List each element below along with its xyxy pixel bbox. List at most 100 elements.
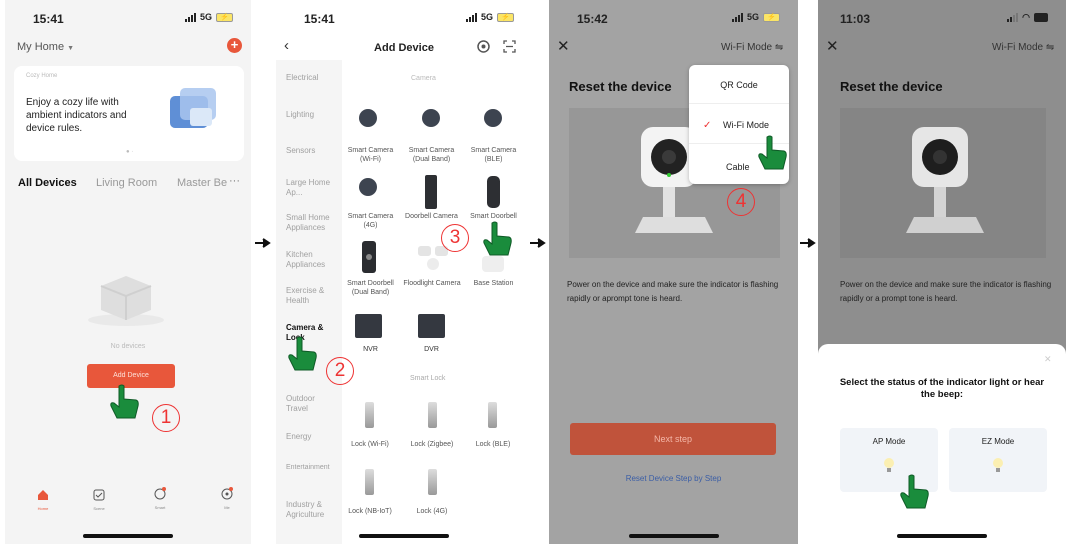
home-indicator [83, 534, 173, 538]
category-electrical[interactable]: Electrical [286, 73, 336, 83]
screen-reset-device-menu: 15:42 5G ⚡ ✕ Wi-Fi Mode ⇋ Reset the devi… [549, 0, 798, 544]
lock-icon [428, 469, 437, 495]
device-smart-doorbell-dual-band[interactable]: Smart Doorbell (Dual Band) [343, 279, 398, 297]
mode-selector[interactable]: Wi-Fi Mode ⇋ [721, 42, 783, 53]
page-title: Reset the device [840, 79, 943, 94]
battery-icon: ⚡ [763, 12, 780, 22]
page-title: Add Device [374, 42, 434, 54]
lock-icon [365, 402, 374, 428]
step-number-3: 3 [441, 224, 469, 252]
battery-icon: ⚡ [497, 12, 514, 22]
camera-device-icon [906, 127, 984, 233]
nav-smart[interactable]: Smart [145, 486, 175, 510]
lock-icon [488, 402, 497, 428]
menu-item-cable[interactable]: Cable [726, 162, 750, 172]
category-sensors[interactable]: Sensors [286, 146, 336, 156]
signal-icon [731, 12, 743, 22]
battery-icon [1034, 13, 1048, 22]
category-outdoor-travel[interactable]: Outdoor Travel [286, 394, 336, 414]
tab-living-room[interactable]: Living Room [96, 177, 157, 189]
signal-icon [1007, 13, 1019, 22]
device-smart-camera-dual-band[interactable]: Smart Camera (Dual Band) [404, 146, 459, 164]
category-large-home-appliances[interactable]: Large Home Ap... [286, 178, 336, 198]
dvr-icon [418, 314, 445, 338]
category-small-home-appliances[interactable]: Small Home Appliances [286, 213, 336, 233]
category-exercise-health[interactable]: Exercise & Health [286, 286, 336, 306]
nav-scene-label: Scene [93, 506, 105, 511]
device-lock-nb-iot[interactable]: Lock (NB-IoT) [346, 507, 394, 516]
status-time: 15:41 [304, 12, 335, 26]
reset-guide-link[interactable]: Reset Device Step by Step [549, 474, 798, 483]
status-bar: 15:41 5G ⚡ [276, 8, 532, 28]
signal-indicator: 5G ⚡ [731, 12, 780, 22]
lightbulb-icon [884, 458, 894, 472]
status-bar: 15:41 5G ⚡ [5, 8, 251, 28]
device-smart-camera-wifi[interactable]: Smart Camera (Wi-Fi) [343, 146, 398, 164]
device-smart-camera-4g[interactable]: Smart Camera (4G) [343, 212, 398, 230]
tap-hand-icon [483, 221, 512, 256]
network-label: 5G [746, 12, 759, 22]
tab-master-bedroom[interactable]: Master Be [177, 177, 227, 189]
step-number-2: 2 [326, 357, 354, 385]
flow-arrow-icon [800, 238, 816, 248]
device-floodlight-camera[interactable]: Floodlight Camera [402, 279, 462, 288]
nav-home-label: Home [37, 506, 49, 511]
home-indicator [359, 534, 449, 538]
device-dvr[interactable]: DVR [404, 345, 459, 354]
camera-section-header: Camera [411, 75, 436, 82]
scan-device-icon[interactable] [477, 40, 490, 53]
device-smart-camera-ble[interactable]: Smart Camera (BLE) [466, 146, 521, 164]
mode-selector[interactable]: Wi-Fi Mode ⇋ [992, 42, 1054, 53]
nvr-icon [355, 314, 382, 338]
menu-item-wifi-mode[interactable]: Wi-Fi Mode [723, 120, 769, 130]
device-smart-doorbell[interactable]: Smart Doorbell [466, 212, 521, 221]
tap-hand-icon [288, 336, 317, 371]
category-entertainment[interactable]: Entertainment [286, 463, 336, 473]
next-step-button[interactable]: Next step [570, 423, 776, 455]
close-icon[interactable]: ✕ [826, 37, 839, 55]
indicator-status-sheet: ✕ Select the status of the indicator lig… [818, 344, 1066, 544]
scene-icon [93, 489, 105, 501]
tap-hand-icon [110, 384, 139, 419]
category-kitchen-appliances[interactable]: Kitchen Appliances [286, 250, 336, 270]
home-selector[interactable]: My Home ▼ [17, 41, 74, 53]
me-icon [221, 487, 233, 500]
flow-arrow-icon [255, 238, 271, 248]
tab-all-devices[interactable]: All Devices [18, 177, 77, 189]
lock-icon [428, 402, 437, 428]
more-icon[interactable]: ··· [229, 175, 240, 187]
camera-icon [484, 109, 502, 127]
add-icon[interactable]: + [227, 38, 242, 53]
menu-divider [689, 103, 789, 104]
category-lighting[interactable]: Lighting [286, 110, 336, 120]
device-lock-4g[interactable]: Lock (4G) [408, 507, 456, 516]
option-ez-mode[interactable]: EZ Mode [949, 428, 1047, 492]
device-doorbell-camera[interactable]: Doorbell Camera [404, 212, 459, 221]
instruction-text: Power on the device and make sure the in… [840, 280, 1052, 303]
device-base-station[interactable]: Base Station [466, 279, 521, 288]
nav-scene[interactable]: Scene [84, 488, 114, 511]
device-nvr[interactable]: NVR [343, 345, 398, 354]
checkmark-icon: ✓ [703, 120, 712, 131]
status-time: 11:03 [840, 12, 871, 26]
close-icon[interactable]: ✕ [557, 37, 570, 55]
status-bar: 15:42 5G ⚡ [549, 8, 798, 28]
welcome-banner[interactable]: Cozy Home Enjoy a cozy life with ambient… [14, 66, 244, 161]
menu-item-qr-code[interactable]: QR Code [689, 80, 789, 90]
doorbell-icon [487, 176, 500, 208]
camera-icon [359, 178, 377, 196]
close-icon[interactable]: ✕ [1044, 354, 1052, 365]
wifi-icon: ◠ [1022, 12, 1030, 22]
device-lock-zigbee[interactable]: Lock (Zigbee) [408, 440, 456, 449]
device-lock-wifi[interactable]: Lock (Wi-Fi) [346, 440, 394, 449]
category-energy[interactable]: Energy [286, 432, 336, 442]
home-selector-label: My Home [17, 41, 65, 53]
device-lock-ble[interactable]: Lock (BLE) [469, 440, 517, 449]
category-industry-agriculture[interactable]: Industry & Agriculture [286, 500, 336, 520]
step-number-1: 1 [152, 404, 180, 432]
lightbulb-icon [993, 458, 1003, 472]
nav-me[interactable]: Me [212, 486, 242, 510]
nav-home[interactable]: Home [28, 488, 58, 511]
qr-scan-icon[interactable] [503, 40, 516, 53]
tap-hand-icon [900, 474, 929, 509]
